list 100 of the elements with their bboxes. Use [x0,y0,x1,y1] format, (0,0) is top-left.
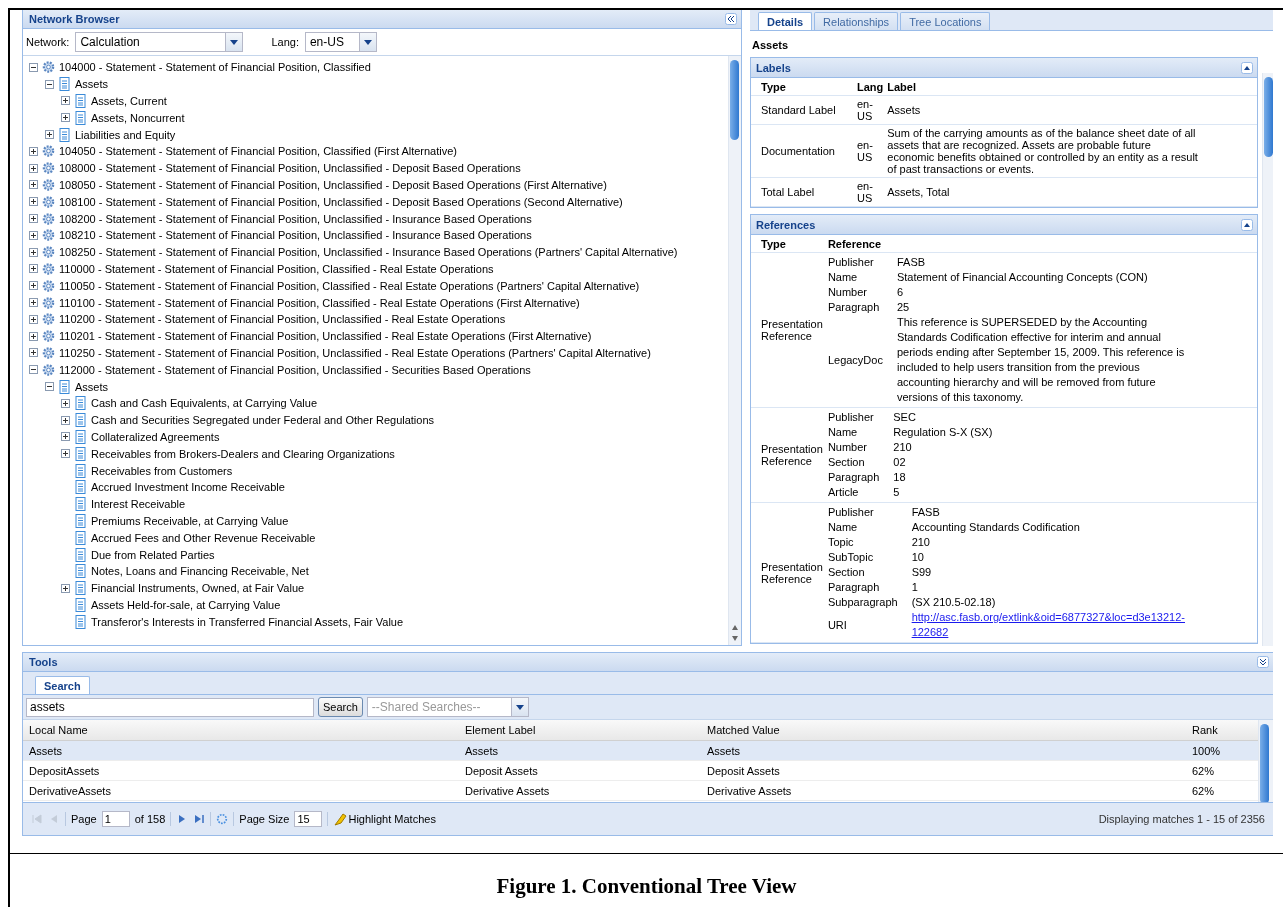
result-row[interactable]: Assets Assets Assets 100% [23,741,1258,761]
scrollbar[interactable] [1262,73,1273,646]
tree-node-label[interactable]: 108250 - Statement - Statement of Financial Position, Unclassified - Insurance Based Operations (Partners' Capital Alternative) [59,246,678,259]
tree-node-label[interactable]: Accrued Fees and Other Revenue Receivable [91,531,316,544]
tree-node-label[interactable]: Cash and Securities Segregated under Federal and Other Regulations [91,414,435,427]
tree-node-label[interactable]: Liabilities and Equity [75,128,176,141]
tree-node-label[interactable]: Due from Related Parties [91,548,215,561]
result-row[interactable]: DerivativeAssets Derivative Assets Derivative Assets 62% [23,781,1258,801]
expand-toggle-icon[interactable] [29,146,38,156]
expand-toggle-icon[interactable] [61,113,70,123]
last-page-icon[interactable] [193,813,206,825]
tree-node-label[interactable]: 110201 - Statement - Statement of Financial Position, Unclassified - Real Estate Operations (First Alternative) [59,330,592,343]
column-header[interactable]: Rank [1186,724,1252,736]
collapse-toggle-icon[interactable] [45,382,54,392]
tree-node-label[interactable]: 108000 - Statement - Statement of Financial Position, Unclassified - Deposit Based Operations [59,162,521,175]
tree-node-label[interactable]: 110000 - Statement - Statement of Financial Position, Classified - Real Estate Operations [59,262,494,275]
tree-node-label[interactable]: Cash and Cash Equivalents, at Carrying Value [91,397,318,410]
expand-toggle-icon[interactable] [29,331,38,341]
scroll-arrows-icon[interactable] [731,623,739,643]
field-value: (SX 210.5-02.18) [911,595,997,610]
expand-toggle-icon[interactable] [29,163,38,173]
uri-link[interactable]: http://asc.fasb.org/extlink&oid=6877327&loc=d3e13212-122682 [911,610,1185,640]
collapse-icon[interactable] [725,13,737,25]
scrollbar[interactable] [728,56,741,645]
scroll-thumb[interactable] [730,60,739,140]
expand-toggle-icon[interactable] [61,96,70,106]
expand-toggle-icon[interactable] [29,180,38,190]
expand-toggle-icon[interactable] [29,197,38,207]
collapse-icon[interactable] [1257,656,1269,668]
scrollbar[interactable] [1258,720,1273,802]
expand-toggle-icon[interactable] [61,583,70,593]
network-dropdown[interactable]: Calculation [75,32,244,52]
page-field[interactable]: 1 [101,811,130,827]
collapse-icon[interactable] [1241,218,1253,231]
tree-node-label[interactable]: 112000 - Statement - Statement of Financial Position, Unclassified - Securities Based Operations [59,363,531,376]
tree-node-label[interactable]: 104000 - Statement - Statement of Financial Position, Classified [59,61,371,74]
tree-node-label[interactable]: 108050 - Statement - Statement of Financial Position, Unclassified - Deposit Based Operations (First Alternative) [59,178,607,191]
expand-toggle-icon[interactable] [29,264,38,274]
scroll-thumb[interactable] [1264,77,1273,157]
gear-icon [42,228,55,243]
tree-node-label[interactable]: 108210 - Statement - Statement of Financial Position, Unclassified - Insurance Based Operations [59,229,532,242]
tree-node-label[interactable]: Transferor's Interests in Transferred Financial Assets, Fair Value [91,615,404,628]
document-icon [74,446,87,461]
gear-icon [42,144,55,159]
expand-toggle-icon[interactable] [29,348,38,358]
tree-node-label[interactable]: Assets, Noncurrent [91,111,185,124]
tree-node-label[interactable]: Assets Held-for-sale, at Carrying Value [91,598,281,611]
column-header[interactable]: Element Label [459,724,701,736]
column-header[interactable]: Local Name [23,724,459,736]
lang-dropdown[interactable]: en-US [304,32,377,52]
search-button[interactable]: Search [318,697,363,717]
tree-node-label[interactable]: Premiums Receivable, at Carrying Value [91,514,289,527]
gear-icon [42,295,55,310]
tree-node-label[interactable]: Assets [75,78,108,91]
tree-node-label[interactable]: Assets [75,380,108,393]
tree-node-label[interactable]: 108200 - Statement - Statement of Financial Position, Unclassified - Insurance Based Operations [59,212,532,225]
expand-toggle-icon[interactable] [29,281,38,291]
expand-toggle-icon[interactable] [29,214,38,224]
tab[interactable]: Search [35,676,90,694]
expand-toggle-icon[interactable] [61,415,70,425]
collapse-toggle-icon[interactable] [45,79,54,89]
expand-toggle-icon[interactable] [61,432,70,442]
tab[interactable]: Relationships [814,12,899,30]
column-header[interactable]: Matched Value [701,724,1186,736]
collapse-toggle-icon[interactable] [29,365,38,375]
highlight-matches-button[interactable]: Highlight Matches [333,812,436,826]
caret-icon[interactable] [363,39,372,45]
tree-node-label[interactable]: Accrued Investment Income Receivable [91,481,285,494]
expand-toggle-icon[interactable] [29,298,38,308]
tree-node-label[interactable]: 104050 - Statement - Statement of Financial Position, Classified (First Alternative) [59,145,457,158]
refresh-icon[interactable] [216,813,229,825]
tree-node-label[interactable]: Receivables from Customers [91,464,233,477]
collapse-icon[interactable] [1241,61,1253,74]
tree-node-label[interactable]: 110050 - Statement - Statement of Financial Position, Classified - Real Estate Operations (Partners' Capital Alternative) [59,279,640,292]
caret-icon[interactable] [515,704,524,710]
expand-toggle-icon[interactable] [29,230,38,240]
tab[interactable]: Tree Locations [900,12,991,30]
page-size-field[interactable]: 15 [294,811,323,827]
expand-toggle-icon[interactable] [45,130,54,140]
caret-icon[interactable] [230,39,239,45]
expand-toggle-icon[interactable] [29,314,38,324]
tree-node-label[interactable]: Financial Instruments, Owned, at Fair Value [91,582,305,595]
expand-toggle-icon[interactable] [61,449,70,459]
tree-node-label[interactable]: Interest Receivable [91,498,186,511]
collapse-toggle-icon[interactable] [29,62,38,72]
tree-node-label[interactable]: 110100 - Statement - Statement of Financial Position, Classified - Real Estate Operations (First Alternative) [59,296,580,309]
scroll-thumb[interactable] [1260,724,1269,802]
expand-toggle-icon[interactable] [29,247,38,257]
tree-node-label[interactable]: Assets, Current [91,95,167,107]
field-key: Article [827,485,880,500]
tree-node-label[interactable]: Notes, Loans and Financing Receivable, Net [91,565,309,578]
result-row[interactable]: DepositAssets Deposit Assets Deposit Assets 62% [23,761,1258,781]
tab[interactable]: Details [758,12,813,30]
tree-node-label[interactable]: 108100 - Statement - Statement of Financial Position, Unclassified - Deposit Based Operations (Second Alternative) [59,195,623,208]
tree-node-label[interactable]: Collateralized Agreements [91,430,220,443]
tree-node-label[interactable]: Receivables from Brokers-Dealers and Clearing Organizations [91,447,395,460]
expand-toggle-icon[interactable] [61,398,70,408]
tree-node-label[interactable]: 110250 - Statement - Statement of Financial Position, Unclassified - Real Estate Operations (Partners' Capital Alternative) [59,346,651,359]
search-field[interactable]: assets [26,697,314,717]
tree-node-label[interactable]: 110200 - Statement - Statement of Financial Position, Unclassified - Real Estate Operations [59,313,506,326]
